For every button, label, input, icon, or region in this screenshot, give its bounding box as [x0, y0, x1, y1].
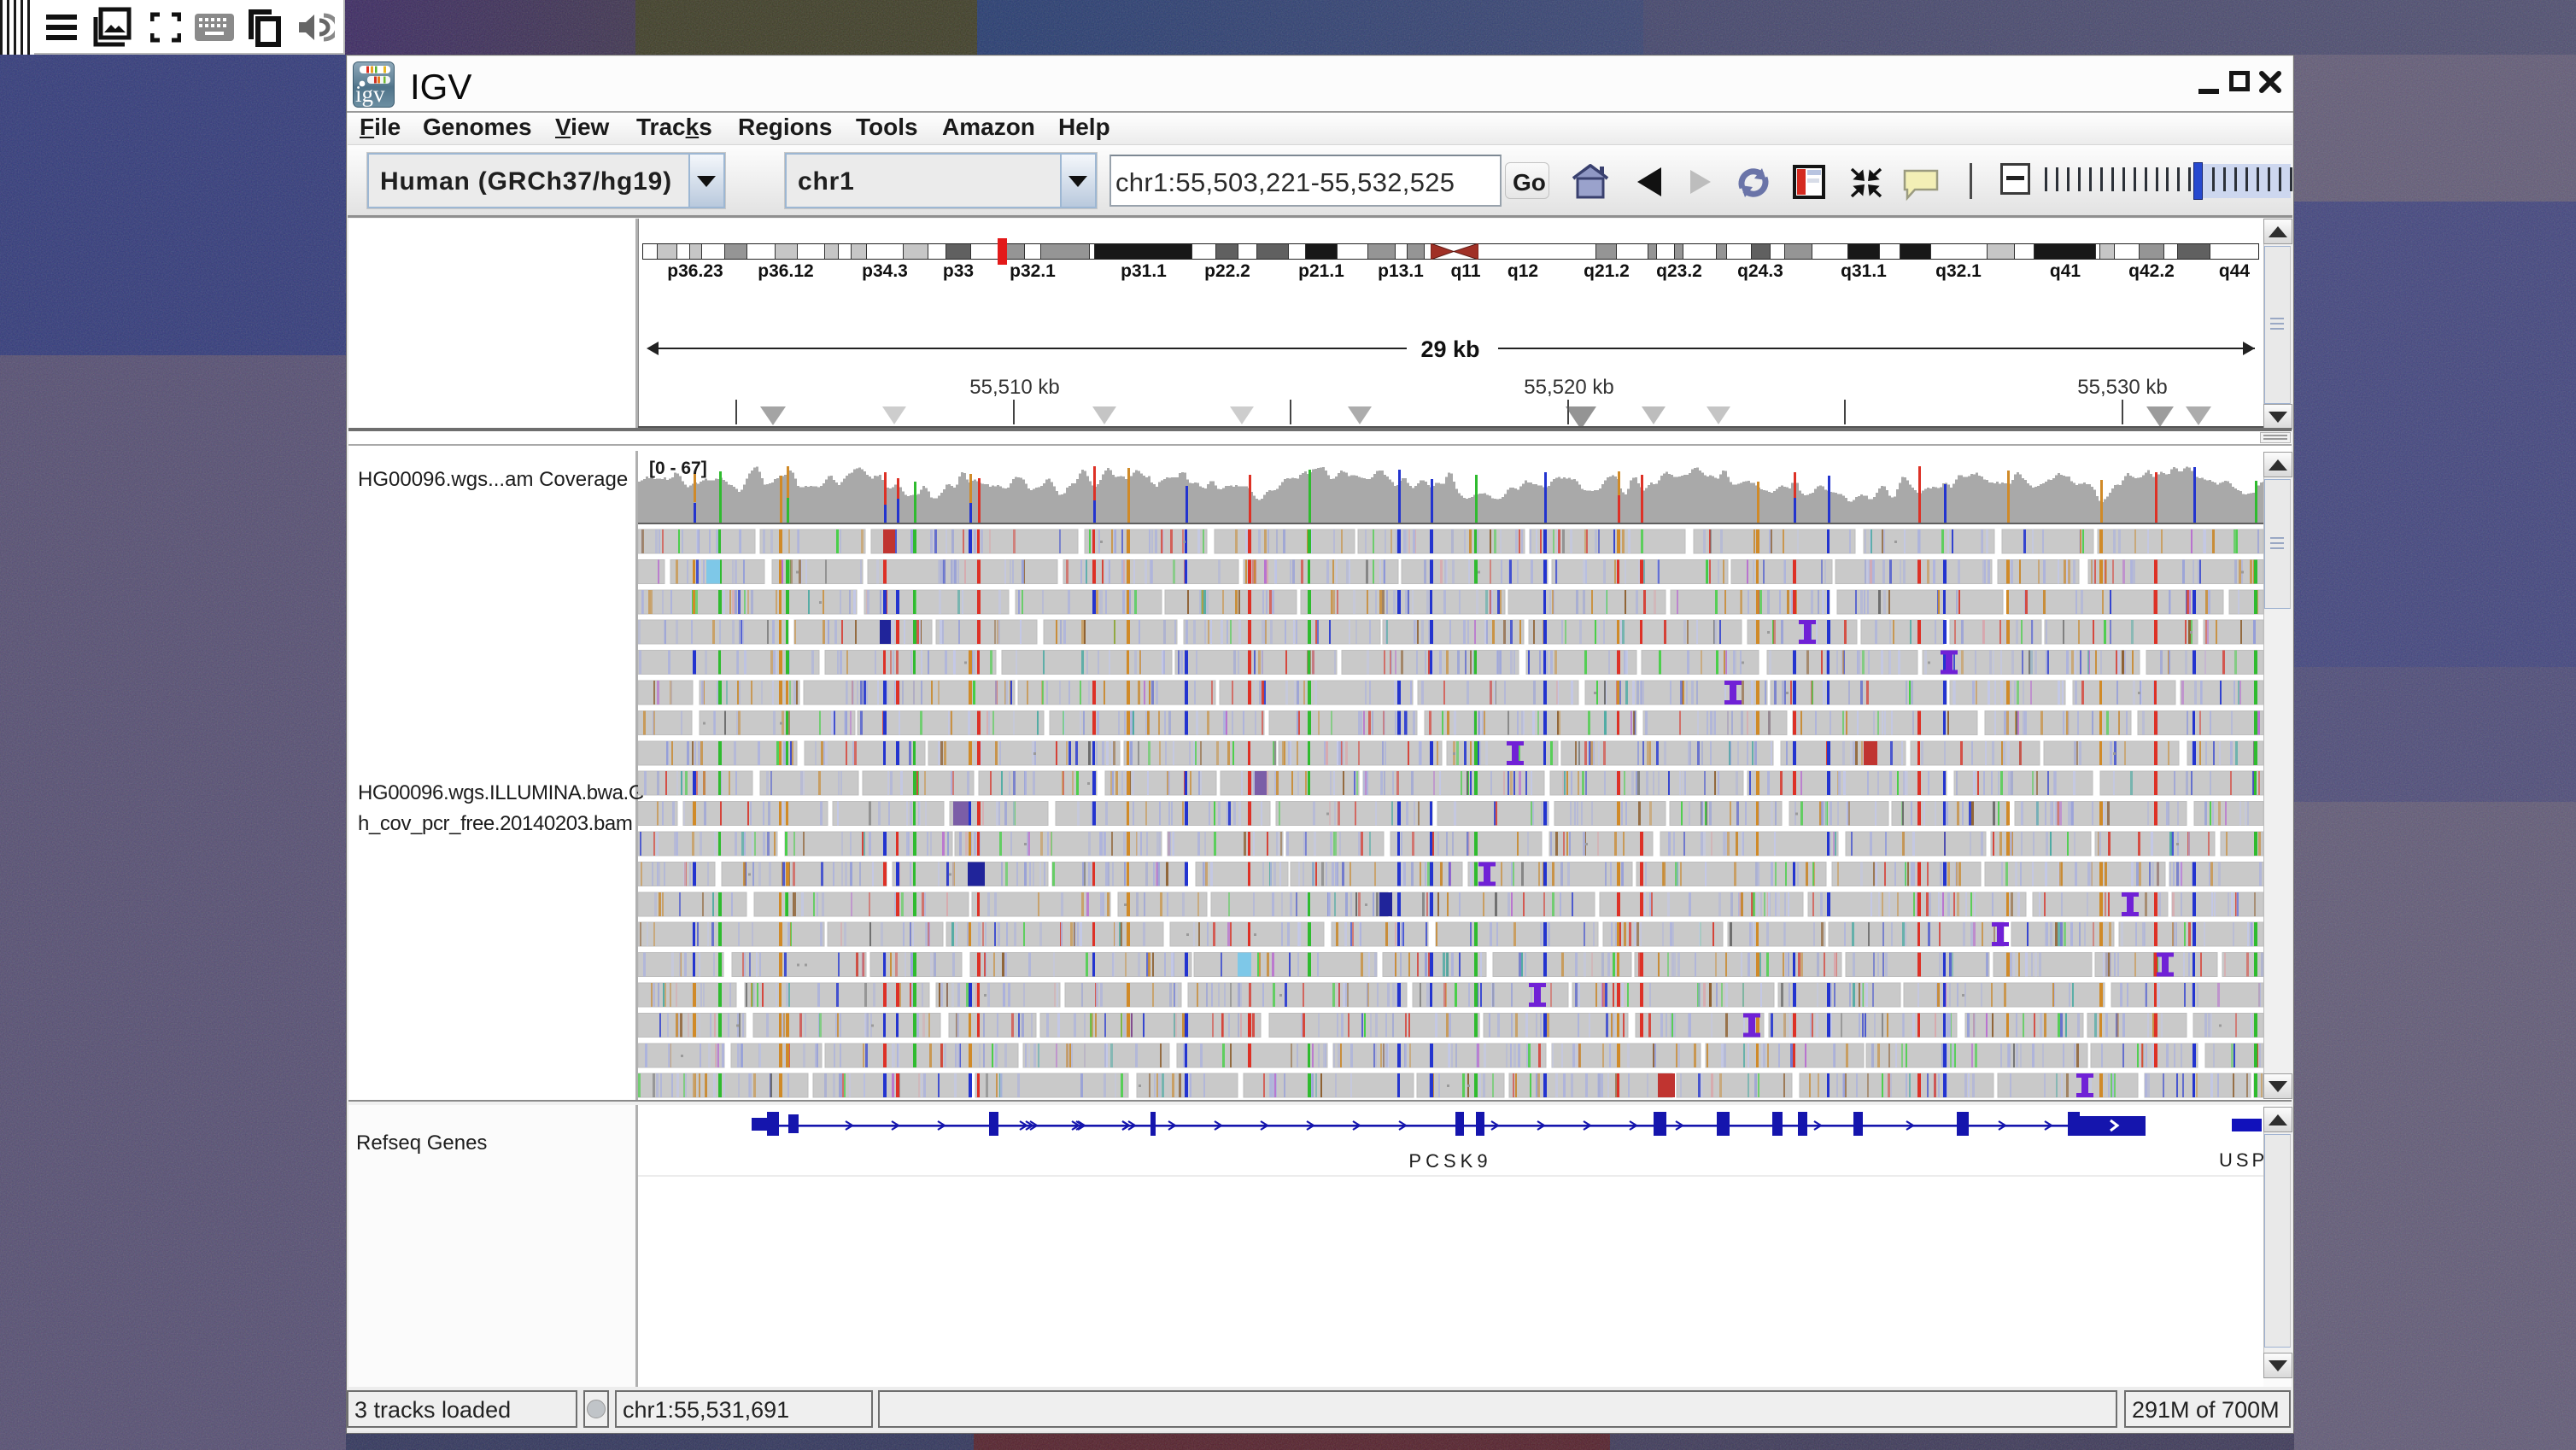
- svg-text:USP2: USP2: [2219, 1149, 2263, 1171]
- svg-text:igv: igv: [355, 81, 385, 107]
- svg-text:PCSK9: PCSK9: [1408, 1150, 1491, 1172]
- svg-text:[0 - 67]: [0 - 67]: [649, 459, 707, 478]
